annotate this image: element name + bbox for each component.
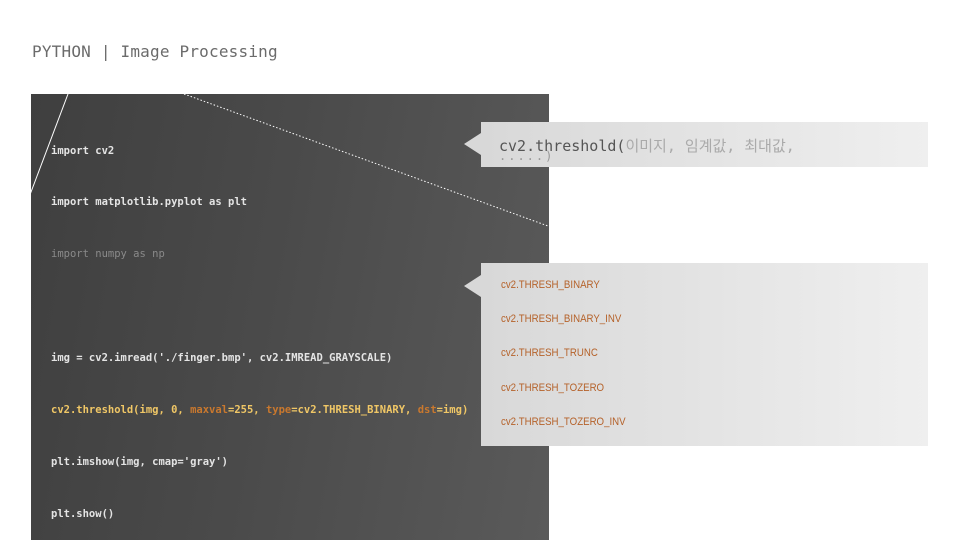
code-keyword-arg: dst [417,404,437,417]
code-line: plt.imshow(img, cmap='gray') [51,455,229,468]
callout-pointer [464,133,481,155]
code-panel: import cv2 import matplotlib.pyplot as p… [31,94,549,540]
code-line: import cv2 [51,144,115,157]
code-text: =img) [436,404,469,417]
code-block: import cv2 import matplotlib.pyplot as p… [51,108,468,558]
code-keyword-arg: maxval [190,404,229,417]
code-text: =255, [228,404,266,417]
threshold-type-item: cv2.THRESH_BINARY [501,279,600,291]
threshold-type-item: cv2.THRESH_TRUNC [501,347,598,360]
function-args-continuation: .....) [499,149,555,163]
code-keyword-arg: type [265,404,292,417]
signature-callout: cv2.threshold(이미지, 임계값, 최대값, .....) [481,122,928,167]
code-line: img = cv2.imread('./finger.bmp', cv2.IMR… [51,352,393,365]
code-text: cv2.threshold(img, 0, [51,404,191,417]
threshold-types-list: cv2.THRESH_BINARY cv2.THRESH_BINARY_INV … [501,277,643,448]
page-title: PYTHON | Image Processing [32,42,278,61]
code-line: plt.show() [51,507,115,520]
threshold-type-item: cv2.THRESH_TOZERO_INV [501,415,626,428]
threshold-type-item: cv2.THRESH_BINARY_INV [501,313,622,326]
code-text: =cv2.THRESH_BINARY, [291,404,418,417]
callout-pointer [464,275,481,297]
function-args: 이미지, 임계값, 최대값, [625,137,795,155]
threshold-type-item: cv2.THRESH_TOZERO [501,381,605,394]
threshold-types-callout: cv2.THRESH_BINARY cv2.THRESH_BINARY_INV … [481,263,928,446]
code-line-threshold: cv2.threshold(img, 0, maxval=255, type=c… [51,402,468,419]
code-line: import numpy as np [51,248,165,261]
code-line: import matplotlib.pyplot as plt [51,196,247,209]
